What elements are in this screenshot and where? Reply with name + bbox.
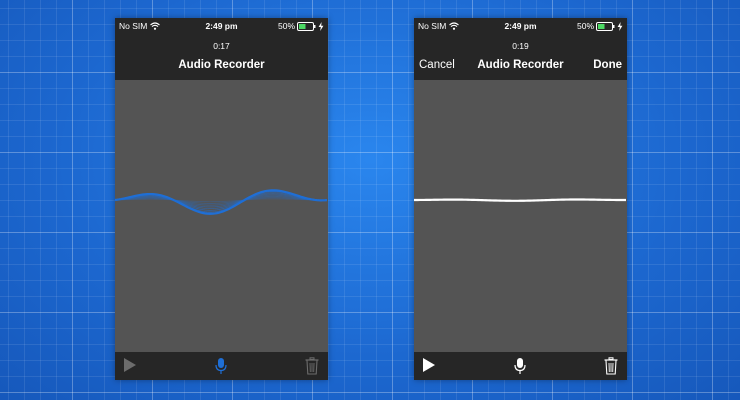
battery-icon	[596, 21, 615, 31]
waveform-line	[115, 195, 328, 206]
charging-bolt-icon	[318, 21, 324, 31]
waveform-line	[115, 197, 328, 204]
trash-icon[interactable]	[604, 357, 618, 375]
audio-waveform-flat	[414, 198, 627, 202]
battery-percent: 50%	[277, 21, 295, 31]
phone-screen-recording: No SIM 2:49 pm 50% 0:17 Audio Recorder	[115, 18, 328, 380]
bottom-toolbar	[414, 352, 627, 380]
bottom-toolbar	[115, 352, 328, 380]
microphone-icon[interactable]	[214, 357, 228, 375]
nav-title: Audio Recorder	[178, 59, 265, 71]
battery-group: 50%	[278, 21, 324, 31]
navigation-bar: 0:17 Audio Recorder	[115, 35, 328, 80]
play-icon[interactable]	[123, 357, 137, 373]
waveform-line	[115, 198, 328, 203]
recording-timer: 0:17	[213, 41, 230, 51]
play-icon[interactable]	[422, 357, 436, 373]
trash-icon[interactable]	[305, 357, 319, 375]
navigation-bar: 0:19 Cancel Audio Recorder Done	[414, 35, 627, 80]
recording-timer: 0:19	[512, 41, 529, 51]
status-bar: No SIM 2:49 pm 50%	[115, 18, 328, 35]
waveform-line	[414, 198, 627, 202]
waveform-area	[414, 80, 627, 352]
charging-bolt-icon	[617, 21, 623, 31]
status-bar: No SIM 2:49 pm 50%	[414, 18, 627, 35]
done-button[interactable]: Done	[593, 59, 622, 71]
battery-icon	[297, 21, 316, 31]
battery-percent: 50%	[576, 21, 594, 31]
waveform-area	[115, 80, 328, 352]
battery-group: 50%	[577, 21, 623, 31]
microphone-icon[interactable]	[513, 357, 527, 375]
audio-waveform	[115, 189, 328, 215]
phone-screen-review: No SIM 2:49 pm 50% 0:19 Cancel Audio Rec…	[414, 18, 627, 380]
